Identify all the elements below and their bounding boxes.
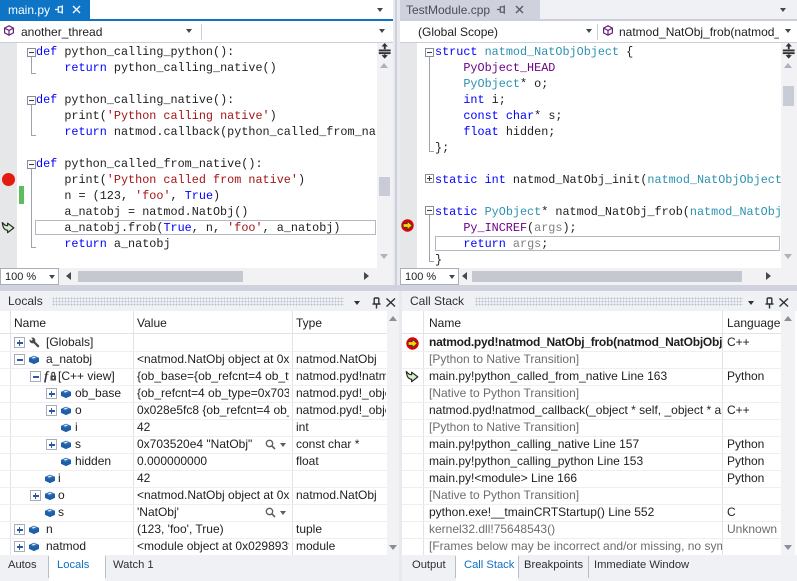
- svg-text:f: f: [44, 370, 50, 383]
